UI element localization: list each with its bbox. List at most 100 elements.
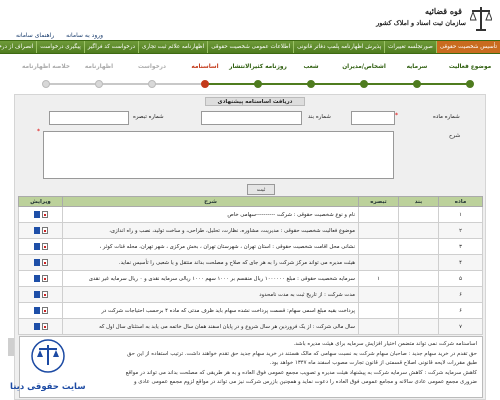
step-label[interactable]: موضوع فعالیت [449,64,491,70]
step-connector [364,83,417,85]
edit-icon[interactable] [33,259,40,266]
login-link[interactable]: ورود به سامانه [66,32,103,39]
cell-description: نام و نوع شخصیت حقوقی : شرکت ----------س… [62,206,359,223]
step-connector [205,83,258,85]
step-label[interactable]: خلاصه اظهارنامه [22,64,70,70]
note-number-input[interactable] [49,111,129,125]
step-dot [307,80,315,88]
edit-icon[interactable] [33,307,40,314]
step-label[interactable]: سرمایه [407,64,428,70]
logo-title: قوه قضائیه [424,6,462,16]
section-title: دریافت اساسنامه پیشنهادی [205,97,305,106]
cell-clause [398,206,439,223]
wizard-steps: موضوع فعالیت سرمایه اشخاص/مدیران شعب روزنامه… [0,56,500,94]
step-connector [258,83,311,85]
cell-description: پرداخت بقیه مبلغ اسمی سهام: قسمت پرداخت … [62,302,359,319]
delete-icon[interactable] [41,259,48,266]
step-label[interactable]: شعب [303,64,318,70]
cell-edit [18,286,63,303]
step-label[interactable]: اشخاص/مدیران [342,64,386,70]
nav-tab-5[interactable]: درخواست کد فراگیر [83,41,138,53]
edit-icon[interactable] [33,291,40,298]
nav-tab-7[interactable]: انصراف از درخواست [0,41,36,53]
step-label[interactable]: درخواست [138,64,166,70]
cell-note [358,286,399,303]
clause-number-label: شماره بند [308,114,331,120]
cell-description: هیئت مدیره می تواند مرکز شرکت را به هر ج… [62,254,359,271]
cell-note [358,238,399,255]
description-textarea[interactable] [43,131,394,179]
save-button[interactable]: ثبت [247,184,275,195]
table-row[interactable]: ۵ ۱ سرمایه شخصیت حقوقی : مبلغ ۱۰۰۰۰۰۰ ریال… [18,270,483,287]
nav-tab-1[interactable]: صورتجلسه تغییرات [384,41,436,53]
cell-clause [398,318,439,335]
nav-tab-3[interactable]: اطلاعات عمومی شخصیت حقوقی [207,41,293,53]
description-label: شرح [449,133,461,139]
logo-subtitle: سازمان ثبت اسناد و املاک کشور [376,19,466,27]
step-label[interactable]: اظهارنامه [85,64,113,70]
delete-icon[interactable] [41,227,48,234]
cell-edit [18,318,63,335]
top-links: ورود به سامانه راهنمای سامانه [6,32,103,39]
delete-icon[interactable] [41,291,48,298]
cell-article: ۴ [438,254,483,271]
cell-edit [18,254,63,271]
table-row[interactable]: ۴ هیئت مدیره می تواند مرکز شرکت را به هر … [18,254,483,271]
cell-article: ۶ [438,286,483,303]
header-description: شرح [62,196,359,207]
step-dot [95,80,103,88]
edit-icon[interactable] [33,275,40,282]
delete-icon[interactable] [41,307,48,314]
cell-article: ۱ [438,206,483,223]
cell-clause [398,254,439,271]
header-note: تبصره [358,196,399,207]
edit-icon[interactable] [33,243,40,250]
nav-tab-4[interactable]: اظهارنامه علائم ثبت تجاری [137,41,207,53]
table-row[interactable]: ۷ سال مالی شرکت : از یک فروردین هر سال شر… [18,318,483,335]
note-number-label: شماره تبصره [133,114,164,120]
header-edit: ویرایش [18,196,63,207]
cell-note [358,206,399,223]
step-label[interactable]: روزنامه کثیرالانتشار [229,64,287,70]
cell-article: ۷ [438,318,483,335]
edit-icon[interactable] [33,211,40,218]
nav-tab-0[interactable]: تأسیس شخصیت حقوقی [435,41,500,53]
delete-icon[interactable] [41,243,48,250]
nav-tab-6[interactable]: پیگیری درخواست [36,41,84,53]
edit-icon[interactable] [33,227,40,234]
header-article: ماده [438,196,483,207]
step-label[interactable]: اساسنامه [191,64,218,70]
cell-note [358,302,399,319]
delete-icon[interactable] [41,323,48,330]
cell-edit [18,206,63,223]
nav-tab-2[interactable]: پذیرش اظهارنامه پلمپ دفاتر قانونی [293,41,384,53]
article-number-input[interactable] [351,111,395,125]
table-row[interactable]: ۶ پرداخت بقیه مبلغ اسمی سهام: قسمت پرداخت… [18,302,483,319]
cell-article: ۶ [438,302,483,319]
table-row[interactable]: ۱ نام و نوع شخصیت حقوقی : شرکت ----------… [18,206,483,223]
main-nav: تأسیس شخصیت حقوقی صورتجلسه تغییرات پذیرش ا… [0,40,500,54]
delete-icon[interactable] [41,275,48,282]
cell-edit [18,238,63,255]
watermark-text: سایت حقوقی دینا [10,382,86,392]
help-link[interactable]: راهنمای سامانه [16,32,54,39]
required-marker: * [37,128,40,135]
delete-icon[interactable] [41,211,48,218]
cell-article: ۵ [438,270,483,287]
step-connector [152,83,205,85]
cell-clause [398,238,439,255]
header-clause: بند [398,196,439,207]
step-dot [360,80,368,88]
article-number-label: شماره ماده [433,114,460,120]
step-connector [99,83,152,85]
edit-icon[interactable] [33,323,40,330]
table-row[interactable]: ۳ نشانی محل اقامت شخصیت حقوقی : استان تهر… [18,238,483,255]
cell-note: ۱ [358,270,399,287]
table-row[interactable]: ۲ موضوع فعالیت شخصیت حقوقی : مدیریت، مشاو… [18,222,483,239]
judiciary-logo: قوه قضائیه سازمان ثبت اسناد و املاک کشور [376,2,494,36]
step-dot [466,80,474,88]
watermark-logo-icon [31,339,65,373]
table-row[interactable]: ۶ مدت شرکت : از تاریخ ثبت به مدت نامحدود [18,286,483,303]
cell-edit [18,270,63,287]
clause-number-input[interactable] [201,111,302,125]
